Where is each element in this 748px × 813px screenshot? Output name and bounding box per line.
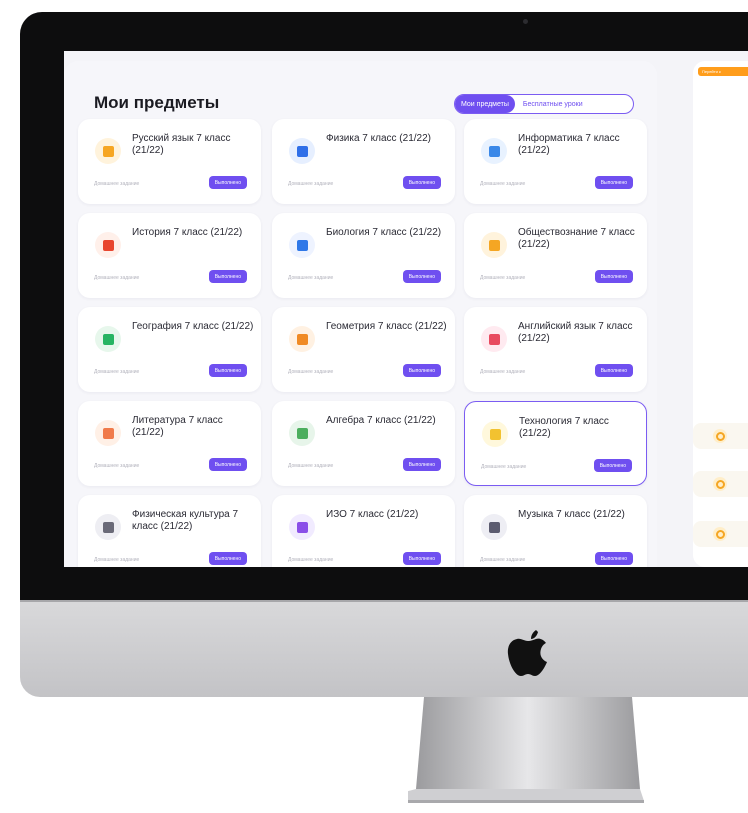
flag-icon (481, 326, 507, 352)
status-badge[interactable]: Выполнено (594, 364, 633, 377)
subject-card[interactable]: ИЗО 7 класс (21/22) Домашнее задание Выпол… (272, 495, 455, 567)
homework-label: Домашнее задание (94, 181, 140, 187)
subject-name: Литература 7 класс (21/22) (132, 415, 223, 438)
subject-card[interactable]: Биология 7 класс (21/22) Домашнее задание… (272, 213, 455, 298)
page-title: Мои предметы (94, 93, 220, 112)
subject-card[interactable]: Музыка 7 класс (21/22) Домашнее задание Вы… (464, 495, 647, 567)
side-list-item[interactable] (693, 521, 748, 547)
homework-label: Домашнее задание (94, 369, 140, 375)
status-badge[interactable]: Выполнено (402, 176, 441, 189)
homework-label: Домашнее задание (288, 181, 334, 187)
music-icon (481, 514, 507, 540)
homework-label: Домашнее задание (480, 369, 526, 375)
monitor-icon (481, 138, 507, 164)
status-badge[interactable]: Выполнено (208, 364, 247, 377)
subject-name: Русский язык 7 класс (21/22) (132, 133, 231, 156)
homework-label: Домашнее задание (288, 369, 334, 375)
right-side-panel: Перейти к (693, 61, 748, 567)
status-badge[interactable]: Выполнено (208, 270, 247, 283)
subject-card[interactable]: История 7 класс (21/22) Домашнее задание В… (78, 213, 261, 298)
side-list-item[interactable] (693, 423, 748, 449)
subject-name: Геометрия 7 класс (21/22) (326, 321, 447, 332)
homework-label: Домашнее задание (94, 275, 140, 281)
subject-card[interactable]: Обществознание 7 класс (21/22) Домашнее з… (464, 213, 647, 298)
brush-icon (289, 514, 315, 540)
camera-dot (523, 19, 528, 24)
subject-name: ИЗО 7 класс (21/22) (326, 509, 419, 520)
globe-icon (95, 326, 121, 352)
status-badge[interactable]: Выполнено (402, 364, 441, 377)
ruler-icon (289, 326, 315, 352)
calculator-icon (289, 420, 315, 446)
tab-my-subjects[interactable]: Мои предметы (455, 95, 515, 113)
subject-card[interactable]: Информатика 7 класс (21/22) Домашнее зада… (464, 119, 647, 204)
subject-name: Алгебра 7 класс (21/22) (326, 415, 436, 426)
status-badge[interactable]: Выполнено (594, 552, 633, 565)
subject-card[interactable]: Геометрия 7 класс (21/22) Домашнее задани… (272, 307, 455, 392)
status-badge[interactable]: Выполнено (402, 458, 441, 471)
history-icon (95, 232, 121, 258)
subjects-tab-switch[interactable]: Мои предметы Бесплатные уроки (454, 94, 634, 114)
subject-card[interactable]: Русский язык 7 класс (21/22) Домашнее зад… (78, 119, 261, 204)
subject-name: История 7 класс (21/22) (132, 227, 243, 238)
monitor-chin (20, 600, 748, 697)
subject-name: География 7 класс (21/22) (132, 321, 254, 332)
monitor-stand (408, 697, 644, 803)
homework-label: Домашнее задание (94, 557, 140, 563)
homework-label: Домашнее задание (94, 463, 140, 469)
subject-card[interactable]: Английский язык 7 класс (21/22) Домашнее … (464, 307, 647, 392)
search-icon (713, 477, 727, 491)
lightbulb-icon (482, 421, 508, 447)
homework-label: Домашнее задание (288, 557, 334, 563)
status-badge[interactable]: Выполнено (594, 176, 633, 189)
subject-name: Английский язык 7 класс (21/22) (518, 321, 633, 344)
search-icon (713, 429, 727, 443)
search-icon (481, 232, 507, 258)
homework-label: Домашнее задание (480, 557, 526, 563)
search-icon (713, 527, 727, 541)
subject-card[interactable]: Физика 7 класс (21/22) Домашнее задание Вы… (272, 119, 455, 204)
ball-icon (95, 514, 121, 540)
leaf-icon (289, 232, 315, 258)
subject-card[interactable]: Алгебра 7 класс (21/22) Домашнее задание В… (272, 401, 455, 486)
side-list-item[interactable] (693, 471, 748, 497)
status-badge[interactable]: Выполнено (593, 459, 632, 472)
subject-name: Физика 7 класс (21/22) (326, 133, 431, 144)
tab-free-lessons[interactable]: Бесплатные уроки (515, 101, 591, 108)
subject-name: Музыка 7 класс (21/22) (518, 509, 625, 520)
chin-divider (20, 600, 748, 602)
status-badge[interactable]: Выполнено (402, 552, 441, 565)
homework-label: Домашнее задание (288, 463, 334, 469)
subject-name: Биология 7 класс (21/22) (326, 227, 442, 238)
homework-label: Домашнее задание (288, 275, 334, 281)
apple-logo-icon (507, 630, 547, 676)
atom-icon (289, 138, 315, 164)
subject-card[interactable]: Физическая культура 7 класс (21/22) Домаш… (78, 495, 261, 567)
status-badge[interactable]: Выполнено (208, 552, 247, 565)
homework-label: Домашнее задание (480, 181, 526, 187)
subject-card[interactable]: Литература 7 класс (21/22) Домашнее задан… (78, 401, 261, 486)
status-badge[interactable]: Выполнено (402, 270, 441, 283)
subject-name: Технология 7 класс (21/22) (519, 416, 609, 439)
homework-label: Домашнее задание (481, 464, 527, 470)
subject-name: Информатика 7 класс (21/22) (518, 133, 620, 156)
subject-card[interactable]: География 7 класс (21/22) Домашнее задани… (78, 307, 261, 392)
status-badge[interactable]: Выполнено (594, 270, 633, 283)
app-screen: Мои предметы Мои предметы Бесплатные уро… (64, 51, 748, 567)
subject-name: Физическая культура 7 класс (21/22) (132, 509, 239, 532)
status-badge[interactable]: Выполнено (208, 458, 247, 471)
open-book-icon (95, 420, 121, 446)
book-icon (95, 138, 121, 164)
go-to-button[interactable]: Перейти к (698, 67, 748, 76)
homework-label: Домашнее задание (480, 275, 526, 281)
subject-name: Обществознание 7 класс (21/22) (518, 227, 635, 250)
subject-card[interactable]: Технология 7 класс (21/22) Домашнее задан… (464, 401, 647, 486)
status-badge[interactable]: Выполнено (208, 176, 247, 189)
subjects-panel: Мои предметы Мои предметы Бесплатные уро… (64, 61, 657, 567)
